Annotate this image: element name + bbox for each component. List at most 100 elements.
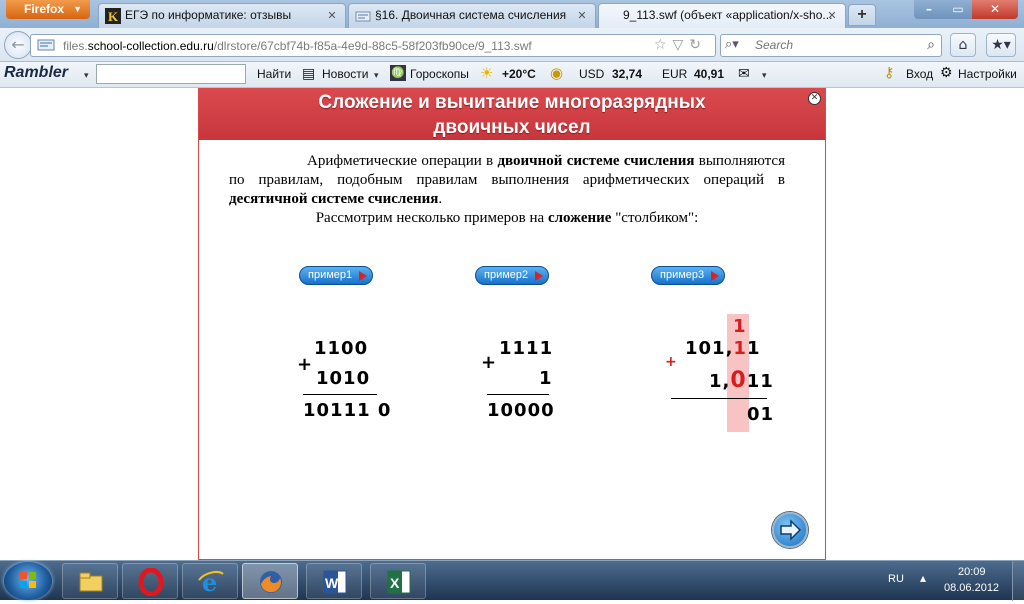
tab-ege[interactable]: K ЕГЭ по информатике: отзывы ✕ — [98, 3, 346, 28]
ex1-operand-a: 1100 — [314, 338, 369, 359]
ex2-operand-a: 1111 — [499, 338, 554, 359]
ex1-sum-line — [303, 394, 377, 395]
ex3-operand-b: 1,011 — [709, 368, 774, 393]
taskbar-explorer[interactable] — [62, 563, 118, 599]
start-button[interactable] — [4, 562, 52, 600]
play-icon — [711, 271, 719, 281]
taskbar-excel[interactable]: X — [370, 563, 426, 599]
minimize-button[interactable]: – — [914, 0, 944, 19]
settings-button[interactable]: Настройки — [958, 67, 1017, 81]
ex3-sum: 01 — [747, 404, 775, 425]
address-bar[interactable]: files.school-collection.edu.ru/dlrstore/… — [30, 34, 716, 57]
ex3-carry: 1 — [733, 316, 747, 337]
site-identity-icon — [37, 39, 55, 51]
search-engine-icon[interactable]: ⌕▾ — [725, 37, 739, 52]
search-bar[interactable]: ⌕▾ ⌕ — [720, 34, 942, 57]
chevron-down-icon: ▼ — [73, 4, 82, 14]
navigation-bar: ← files.school-collection.edu.ru/dlrstor… — [0, 28, 1024, 62]
eur-value: 40,91 — [694, 67, 725, 81]
paragraph-examples: Рассмотрим несколько примеров на сложени… — [315, 210, 699, 226]
bookmarks-button[interactable]: ★▾ — [986, 33, 1016, 57]
usd-label: USD — [579, 67, 605, 81]
ex3-sum-line — [671, 398, 767, 399]
lesson-header: Сложение и вычитание многоразрядных двои… — [199, 88, 825, 140]
close-tab-icon[interactable]: ✕ — [325, 9, 339, 23]
tab-label: 9_113.swf (объект «application/x-sho... — [623, 8, 833, 22]
weather-value[interactable]: +20°C — [502, 67, 536, 81]
eur-label: EUR — [662, 67, 688, 81]
ex2-operand-b: 1 — [539, 368, 553, 389]
windows-logo-icon — [20, 572, 36, 588]
taskbar-opera[interactable] — [122, 563, 178, 599]
show-desktop-button[interactable] — [1012, 561, 1024, 601]
ex2-plus: + — [481, 352, 498, 373]
rambler-news-button[interactable]: Новости — [322, 67, 368, 81]
windows-taskbar: e W X RU ▴ 20:09 08.06.2012 — [0, 560, 1024, 601]
horoscope-icon: ♍ — [390, 65, 406, 81]
key-icon: ⚷ — [884, 64, 895, 80]
tab-binary-system[interactable]: §16. Двоичная система счисления ✕ — [348, 3, 596, 28]
rambler-horoscope-button[interactable]: Гороскопы — [410, 67, 469, 81]
rambler-search-input[interactable] — [96, 64, 246, 84]
opera-icon — [138, 568, 164, 596]
home-button[interactable]: ⌂ — [950, 33, 976, 57]
firefox-menu-button[interactable]: Firefox ▼ — [6, 0, 90, 19]
taskbar-firefox[interactable] — [242, 563, 298, 599]
back-button[interactable]: ← — [4, 31, 32, 59]
example2-button[interactable]: пример2 — [475, 266, 549, 285]
rambler-find-button[interactable]: Найти — [257, 67, 291, 81]
new-tab-button[interactable]: + — [848, 4, 876, 26]
weather-sun-icon: ☀ — [480, 65, 494, 82]
example3-button[interactable]: пример3 — [651, 266, 725, 285]
play-icon — [535, 271, 543, 281]
page-content: Сложение и вычитание многоразрядных двои… — [0, 88, 1024, 560]
close-icon[interactable]: ✕ — [808, 92, 821, 105]
paragraph-intro: Арифметические операции в двоичной систе… — [229, 153, 785, 207]
bookmark-star-icon[interactable]: ☆▽↻ — [654, 37, 707, 53]
svg-text:W: W — [325, 575, 339, 591]
ex2-sum-line — [487, 394, 549, 395]
ex3-operand-a: 101,11 — [685, 338, 761, 359]
rambler-toolbar: Rambler ▾ Найти ▤ Новости ▾ ♍ Гороскопы … — [0, 62, 1024, 88]
tab-swf[interactable]: 9_113.swf (объект «application/x-sho... … — [598, 3, 846, 28]
close-tab-icon[interactable]: ✕ — [825, 9, 839, 23]
internet-explorer-icon: e — [198, 568, 224, 596]
rambler-logo[interactable]: Rambler — [4, 64, 68, 82]
firefox-icon — [260, 571, 282, 593]
search-input[interactable] — [755, 38, 905, 52]
tray-arrow-icon[interactable]: ▴ — [920, 571, 926, 585]
excel-icon: X — [387, 570, 411, 594]
search-icon[interactable]: ⌕ — [927, 37, 935, 53]
ex3-plus: + — [665, 354, 678, 370]
lesson-title: Сложение и вычитание многоразрядных двои… — [318, 92, 706, 138]
url-text: files.school-collection.edu.ru/dlrstore/… — [63, 39, 532, 53]
svg-text:X: X — [390, 575, 400, 591]
taskbar-ie[interactable]: e — [182, 563, 238, 599]
gear-icon: ⚙ — [940, 64, 953, 80]
taskbar-word[interactable]: W — [306, 563, 362, 599]
k-site-icon: K — [105, 8, 121, 24]
login-button[interactable]: Вход — [906, 67, 933, 81]
lesson-panel: Сложение и вычитание многоразрядных двои… — [198, 88, 826, 560]
example1-button[interactable]: пример1 — [299, 266, 373, 285]
firefox-menu-label: Firefox — [24, 2, 65, 16]
mail-icon[interactable]: ✉ — [738, 65, 750, 82]
ex2-sum: 10000 — [487, 400, 555, 421]
clock-time[interactable]: 20:09 — [958, 566, 986, 578]
tab-label: ЕГЭ по информатике: отзывы — [125, 8, 292, 22]
next-button[interactable] — [772, 512, 808, 548]
close-window-button[interactable]: ✕ — [972, 0, 1018, 19]
chevron-down-icon[interactable]: ▾ — [84, 70, 89, 81]
word-icon: W — [323, 570, 347, 594]
arrow-right-icon — [780, 519, 802, 541]
language-indicator[interactable]: RU — [888, 573, 904, 585]
clock-date[interactable]: 08.06.2012 — [944, 582, 999, 594]
chevron-down-icon[interactable]: ▾ — [762, 70, 767, 81]
maximize-button[interactable]: ▭ — [944, 0, 972, 19]
tab-label: §16. Двоичная система счисления — [375, 8, 567, 22]
currency-icon: ◉ — [550, 65, 564, 82]
chevron-down-icon[interactable]: ▾ — [374, 70, 379, 81]
folder-icon — [79, 572, 103, 592]
usd-value: 32,74 — [612, 67, 643, 81]
close-tab-icon[interactable]: ✕ — [575, 9, 589, 23]
